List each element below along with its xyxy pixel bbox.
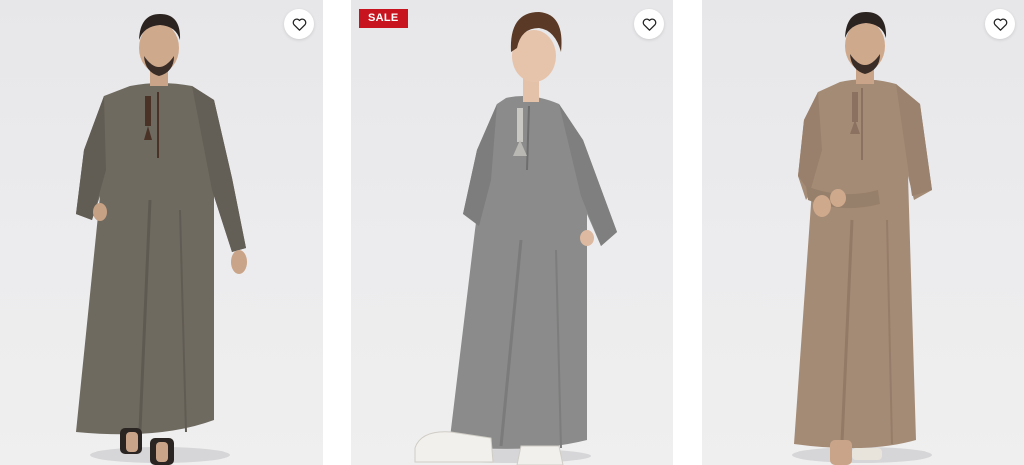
product-card[interactable]: SALE [351, 0, 673, 465]
wishlist-button[interactable] [985, 9, 1015, 39]
product-image[interactable] [702, 0, 1024, 465]
heart-outline-icon [292, 17, 306, 31]
heart-outline-icon [993, 17, 1007, 31]
product-image[interactable] [351, 0, 673, 465]
product-card[interactable] [0, 0, 323, 465]
wishlist-button[interactable] [284, 9, 314, 39]
product-image[interactable] [0, 0, 323, 465]
wishlist-button[interactable] [634, 9, 664, 39]
heart-outline-icon [642, 17, 656, 31]
sale-badge: SALE [359, 9, 408, 28]
product-card[interactable] [702, 0, 1024, 465]
